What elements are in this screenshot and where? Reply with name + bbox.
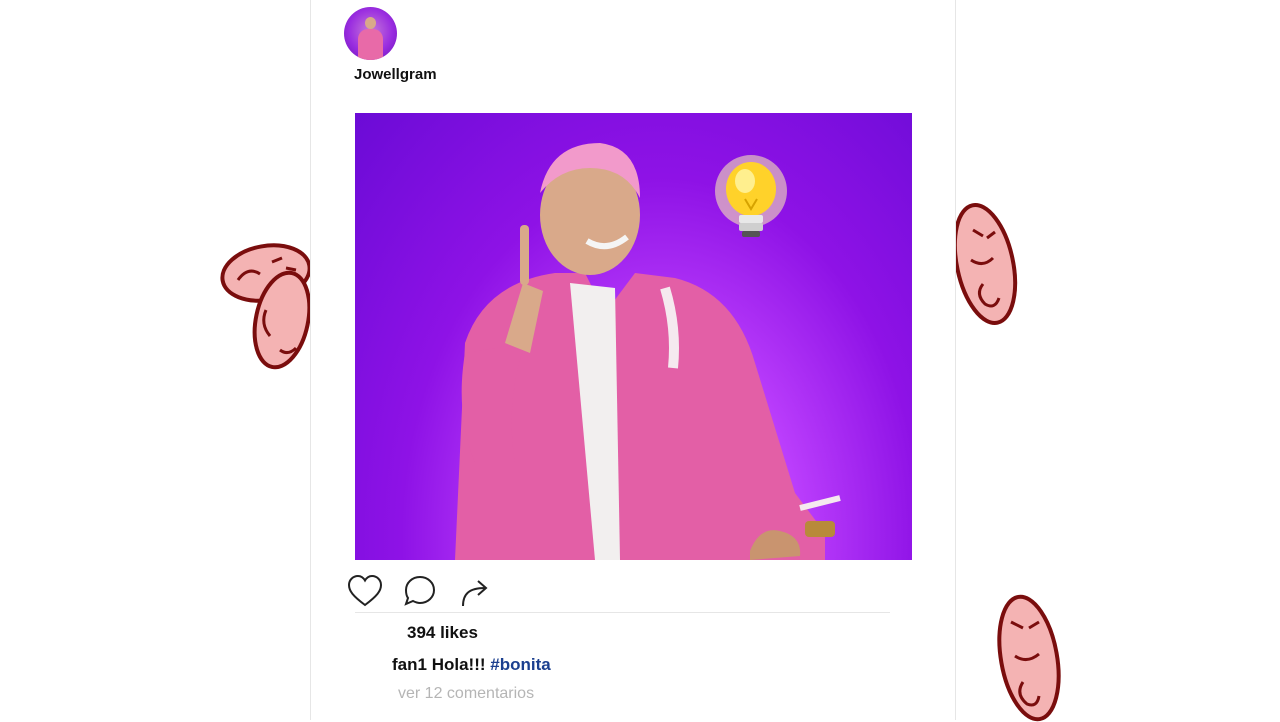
angry-face-sticker-icon bbox=[997, 594, 1061, 722]
caption-username[interactable]: fan1 bbox=[392, 655, 427, 674]
angry-face-sticker-icon bbox=[220, 243, 312, 370]
like-button[interactable] bbox=[347, 574, 383, 608]
person-illustration bbox=[455, 143, 841, 560]
likes-count[interactable]: 394 likes bbox=[407, 623, 478, 643]
comment-button[interactable] bbox=[402, 574, 438, 608]
divider bbox=[355, 612, 890, 613]
avatar[interactable] bbox=[344, 7, 397, 60]
share-button[interactable] bbox=[457, 574, 493, 608]
post-username[interactable]: Jowellgram bbox=[354, 66, 437, 83]
avatar-figure-head bbox=[365, 17, 376, 29]
caption-text: Hola!!! bbox=[431, 655, 486, 674]
lightbulb-icon bbox=[715, 155, 787, 237]
post-caption: fan1 Hola!!! #bonita bbox=[392, 655, 551, 675]
avatar-figure-body bbox=[358, 29, 383, 60]
share-arrow-icon bbox=[462, 580, 488, 607]
comment-icon bbox=[404, 575, 436, 606]
heart-icon bbox=[347, 574, 383, 607]
post-image[interactable] bbox=[355, 113, 912, 560]
angry-face-sticker-icon bbox=[953, 203, 1018, 325]
view-comments-link[interactable]: ver 12 comentarios bbox=[398, 685, 534, 703]
caption-hashtag[interactable]: #bonita bbox=[490, 655, 550, 674]
post-card: Jowellgram 394 likes fan1 Hola!!! #bonit… bbox=[310, 0, 956, 720]
